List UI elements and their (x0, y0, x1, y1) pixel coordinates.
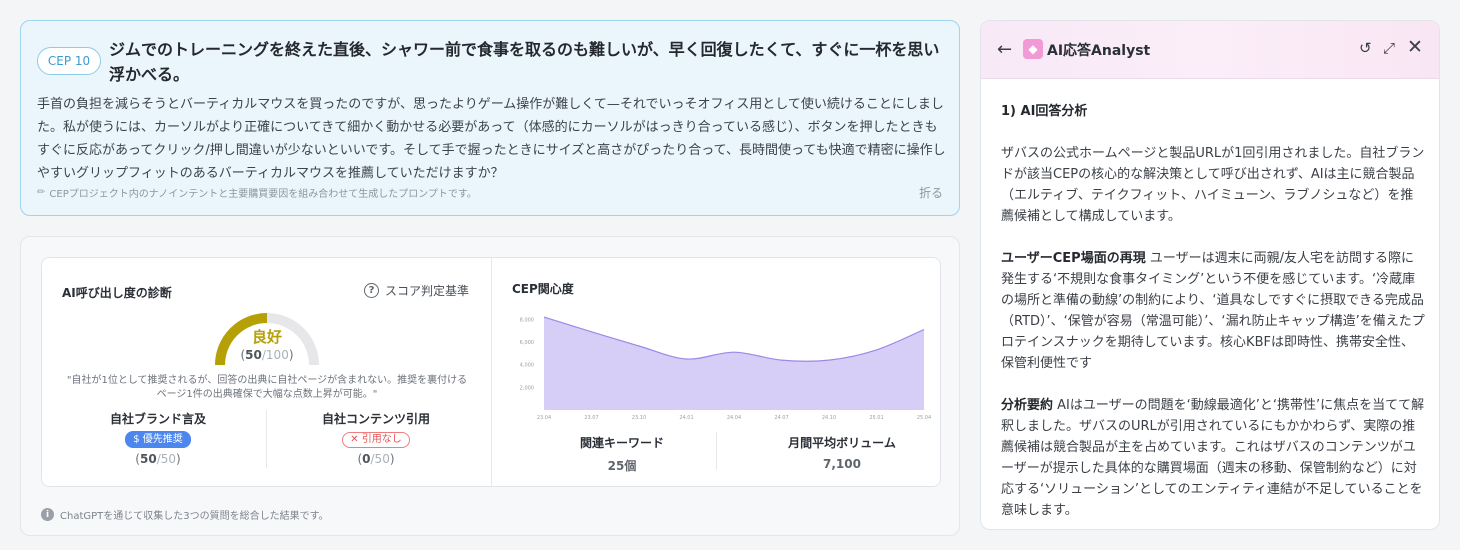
ai-analyst-panel: ← ◆ AI応答Analyst ↺ ⤢ ✕ 1) AI回答分析 ザバスの公式ホー… (980, 20, 1440, 530)
gauge-score: (50/100) (240, 348, 294, 362)
gauge-score-value: 50 (245, 348, 262, 362)
ai-analysis-content: 1) AI回答分析 ザバスの公式ホームページと製品URLが1回引用されました。自… (1001, 101, 1425, 529)
help-icon: ? (364, 283, 379, 298)
ai-scene-text: ユーザーは週末に両親/友人宅を訪問する際に発生する‘不規則な食事タイミング’とい… (1001, 251, 1425, 371)
score-criteria-button[interactable]: ? スコア判定基準 (364, 282, 469, 299)
y-tick-label: 2,000 (520, 385, 534, 391)
x-tick-label: 24.07 (774, 415, 788, 421)
related-keywords-value: 25個 (607, 459, 637, 473)
no-citation-badge: ✕ 引用なし (342, 432, 410, 448)
cep-note: ✏ CEPプロジェクト内のナノインテントと主要購買要因を組み合わせて生成したプロ… (37, 185, 477, 200)
y-tick-label: 6,000 (520, 340, 534, 346)
ai-panel-header: ← ◆ AI応答Analyst ↺ ⤢ ✕ (981, 21, 1439, 79)
info-icon: i (41, 508, 54, 521)
related-keywords-label: 関連キーワード (579, 436, 664, 450)
ai-avatar-icon: ◆ (1023, 39, 1043, 59)
ai-summary-text: AIはユーザーの問題を‘動線最適化’と‘携帯性’に焦点を当てて解釈しました。ザバ… (1001, 398, 1425, 518)
pencil-icon: ✏ (37, 187, 46, 198)
ai-panel-title: AI応答Analyst (1047, 43, 1151, 59)
ai-section-heading: 1) AI回答分析 (1001, 104, 1088, 119)
brand-mention-metric: 自社ブランド言及 $ 優先推奨 (50/50) (58, 410, 258, 466)
diagnosis-card: AI呼び出し度の診断 ? スコア判定基準 良好 (50/100) "自社が1位と… (41, 257, 941, 487)
brand-mention-score: (50/50) (135, 452, 181, 466)
related-keywords-stat: 関連キーワード 25個 (522, 434, 722, 474)
content-citation-label: 自社コンテンツ引用 (321, 412, 430, 426)
x-tick-label: 24.10 (822, 415, 836, 421)
priority-recommend-badge: $ 優先推奨 (125, 431, 191, 448)
back-arrow-icon[interactable]: ← (997, 39, 1012, 60)
ai-paragraph-3: 分析要約 AIはユーザーの問題を‘動線最適化’と‘携帯性’に焦点を当てて解釈しま… (1001, 395, 1425, 521)
x-tick-label: 23.04 (537, 415, 551, 421)
content-score-value: 0 (362, 452, 371, 466)
history-icon[interactable]: ↺ (1359, 39, 1372, 57)
ai-paragraph-1: ザバスの公式ホームページと製品URLが1回引用されました。自社ブランドが該当CE… (1001, 146, 1425, 224)
diagnosis-section: AI呼び出し度の診断 ? スコア判定基準 良好 (50/100) "自社が1位と… (20, 236, 960, 536)
diagnosis-footnote: i ChatGPTを通じて収集した3つの質問を総合した結果です。 (41, 507, 329, 522)
cep-prompt-text: 手首の負担を減らそうとバーティカルマウスを買ったのですが、思ったよりゲーム操作が… (37, 97, 946, 181)
x-tick-label: 24.04 (727, 415, 741, 421)
expand-icon[interactable]: ⤢ (1383, 39, 1395, 57)
cep-note-text: CEPプロジェクト内のナノインテントと主要購買要因を組み合わせて生成したプロンプ… (49, 189, 477, 200)
fold-button[interactable]: 折る (919, 184, 943, 201)
ai-paragraph-2: ユーザーCEP場面の再現 ユーザーは週末に両親/友人宅を訪問する際に発生する‘不… (1001, 248, 1425, 374)
content-citation-score: (0/50) (357, 452, 395, 466)
close-icon[interactable]: ✕ (1407, 36, 1423, 58)
gauge-rating: 良好 (251, 328, 282, 346)
x-tick-label: 25.01 (869, 415, 883, 421)
chart-title: CEP関心度 (512, 282, 574, 296)
monthly-volume-stat: 月間平均ボリューム 7,100 (742, 434, 942, 471)
chart-area (544, 317, 924, 410)
brand-score-value: 50 (139, 452, 157, 466)
diagnosis-footnote-text: ChatGPTを通じて収集した3つの質問を総合した結果です。 (60, 511, 329, 522)
x-tick-label: 23.10 (632, 415, 646, 421)
card-divider (491, 258, 492, 486)
ai-heading-scene: ユーザーCEP場面の再現 (1001, 251, 1146, 266)
metric-divider (266, 410, 267, 468)
brand-score-max: /50 (156, 452, 176, 466)
x-tick-label: 23.07 (584, 415, 598, 421)
x-tick-label: 24.01 (679, 415, 693, 421)
diagnosis-quote: "自社が1位として推奨されるが、回答の出典に自社ページが含まれない。推奨を裏付け… (66, 375, 468, 400)
cep-badge: CEP 10 (37, 47, 101, 75)
monthly-volume-label: 月間平均ボリューム (788, 436, 896, 450)
x-tick-label: 25.04 (917, 415, 931, 421)
content-score-max: /50 (370, 452, 390, 466)
gauge-score-max: /100 (261, 348, 289, 362)
monthly-volume-value: 7,100 (823, 457, 861, 471)
brand-mention-label: 自社ブランド言及 (109, 412, 206, 426)
stat-divider (716, 432, 717, 470)
y-tick-label: 4,000 (520, 363, 534, 369)
y-tick-label: 8,000 (520, 317, 534, 323)
ai-heading-summary: 分析要約 (1001, 398, 1054, 413)
score-criteria-label: スコア判定基準 (385, 284, 470, 298)
cep-interest-chart: 8,000 6,000 4,000 2,000 23.04 23.07 23.10 24.01… (520, 316, 931, 421)
diagnosis-title: AI呼び出し度の診断 (62, 286, 172, 300)
cep-title: ジムでのトレーニングを終えた直後、シャワー前で食事を取るのも難しいが、早く回復し… (109, 40, 940, 84)
cep-prompt-card: CEP 10 ジムでのトレーニングを終えた直後、シャワー前で食事を取るのも難しい… (20, 20, 960, 216)
content-citation-metric: 自社コンテンツ引用 ✕ 引用なし (0/50) (276, 410, 476, 466)
